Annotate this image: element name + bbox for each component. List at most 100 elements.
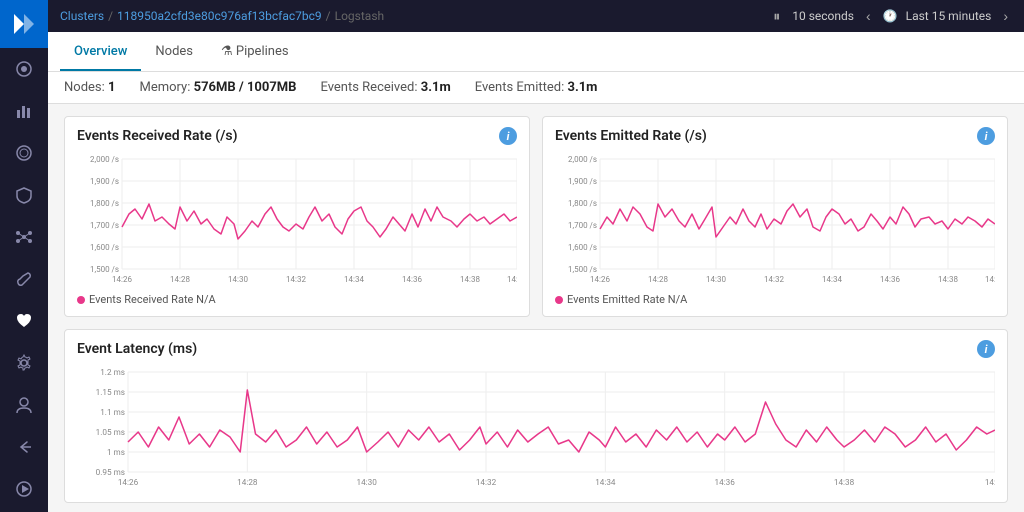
page-name: Logstash (335, 9, 385, 23)
wrench-icon[interactable] (0, 258, 48, 300)
svg-text:1.2 ms: 1.2 ms (100, 368, 125, 377)
svg-text:1,600 /s: 1,600 /s (90, 243, 119, 252)
svg-text:14:26: 14:26 (590, 275, 610, 284)
sidebar (0, 0, 48, 512)
bar-chart-icon[interactable] (0, 90, 48, 132)
tab-overview[interactable]: Overview (60, 34, 141, 71)
svg-text:14:32: 14:32 (476, 478, 497, 487)
chart-title-row-latency: Event Latency (ms) i (77, 340, 995, 358)
svg-text:14:28: 14:28 (648, 275, 668, 284)
svg-text:14:34: 14:34 (595, 478, 616, 487)
svg-text:14:36: 14:36 (402, 275, 422, 284)
svg-text:14:30: 14:30 (706, 275, 726, 284)
main-content: Clusters / 118950a2cfd3e80c976af13bcfac7… (48, 0, 1024, 512)
emitted-chart-legend: Events Emitted Rate N/A (555, 293, 995, 306)
clusters-link[interactable]: Clusters (60, 9, 104, 23)
svg-text:2,000 /s: 2,000 /s (568, 155, 597, 164)
stats-bar: Nodes: 1 Memory: 576MB / 1007MB Events R… (48, 72, 1024, 104)
svg-text:14:36: 14:36 (715, 478, 736, 487)
breadcrumb-sep1: / (108, 9, 113, 23)
svg-text:14:26: 14:26 (118, 478, 139, 487)
nodes-icon[interactable] (0, 216, 48, 258)
svg-text:1,800 /s: 1,800 /s (90, 199, 119, 208)
svg-text:14:28: 14:28 (170, 275, 190, 284)
topbar-right: ⏸ 10 seconds ‹ 🕐 Last 15 minutes › (769, 6, 1012, 27)
latency-chart-title: Event Latency (ms) (77, 341, 197, 357)
emitted-rate-chart: Events Emitted Rate (/s) i (542, 116, 1008, 317)
latency-info-icon[interactable]: i (977, 340, 995, 358)
svg-text:14:30: 14:30 (228, 275, 248, 284)
received-chart-legend: Events Received Rate N/A (77, 293, 517, 306)
nodes-stat: Nodes: 1 (64, 80, 115, 95)
gear-icon[interactable] (0, 342, 48, 384)
user-icon[interactable] (0, 384, 48, 426)
chart-title-row-received: Events Received Rate (/s) i (77, 127, 517, 145)
svg-text:14:32: 14:32 (286, 275, 306, 284)
svg-text:14:34: 14:34 (344, 275, 364, 284)
svg-text:14:26: 14:26 (112, 275, 132, 284)
emitted-legend-label: Events Emitted Rate N/A (567, 293, 687, 306)
svg-text:14:38: 14:38 (834, 478, 855, 487)
svg-text:14:40: 14:40 (985, 275, 995, 284)
svg-text:1,500 /s: 1,500 /s (90, 265, 119, 274)
svg-text:14:40: 14:40 (985, 478, 995, 487)
svg-text:14:38: 14:38 (460, 275, 480, 284)
svg-text:14:40: 14:40 (507, 275, 517, 284)
pause-button[interactable]: ⏸ (769, 6, 784, 27)
memory-stat: Memory: 576MB / 1007MB (139, 80, 296, 95)
received-legend-dot (77, 296, 85, 304)
received-chart-svg: 2,000 /s 1,900 /s 1,800 /s 1,700 /s 1,60… (77, 149, 517, 289)
svg-text:1.1 ms: 1.1 ms (100, 408, 125, 417)
prev-button[interactable]: ‹ (862, 6, 875, 26)
shield-icon[interactable] (0, 174, 48, 216)
received-info-icon[interactable]: i (499, 127, 517, 145)
charts-area: Events Received Rate (/s) i (48, 104, 1024, 512)
chart-title-row-emitted: Events Emitted Rate (/s) i (555, 127, 995, 145)
svg-text:14:30: 14:30 (357, 478, 378, 487)
svg-text:1.05 ms: 1.05 ms (96, 428, 125, 437)
time-range-icon: 🕐 (883, 9, 898, 23)
svg-text:1,900 /s: 1,900 /s (568, 177, 597, 186)
latency-chart: Event Latency (ms) i (64, 329, 1008, 503)
svg-text:14:32: 14:32 (764, 275, 784, 284)
circle-icon[interactable] (0, 132, 48, 174)
nav-tabs: Overview Nodes ⚗ Pipelines (48, 32, 1024, 72)
svg-text:1,800 /s: 1,800 /s (568, 199, 597, 208)
back-icon[interactable] (0, 426, 48, 468)
svg-text:14:28: 14:28 (237, 478, 258, 487)
breadcrumb-sep2: / (326, 9, 331, 23)
received-chart-container: 2,000 /s 1,900 /s 1,800 /s 1,700 /s 1,60… (77, 149, 517, 289)
svg-text:1.15 ms: 1.15 ms (96, 388, 125, 397)
play-icon[interactable] (0, 468, 48, 510)
svg-text:14:34: 14:34 (822, 275, 842, 284)
tab-nodes[interactable]: Nodes (141, 34, 207, 71)
emitted-info-icon[interactable]: i (977, 127, 995, 145)
emitted-legend-dot (555, 296, 563, 304)
heart-icon[interactable] (0, 300, 48, 342)
emitted-chart-svg: 2,000 /s 1,900 /s 1,800 /s 1,700 /s 1,60… (555, 149, 995, 289)
next-button[interactable]: › (999, 6, 1012, 26)
interval-display: 10 seconds (792, 9, 854, 23)
svg-text:1,700 /s: 1,700 /s (568, 221, 597, 230)
received-rate-chart: Events Received Rate (/s) i (64, 116, 530, 317)
svg-text:1,600 /s: 1,600 /s (568, 243, 597, 252)
cluster-id-link[interactable]: 118950a2cfd3e80c976af13bcfac7bc9 (117, 9, 322, 23)
latency-chart-container: 1.2 ms 1.15 ms 1.1 ms 1.05 ms 1 ms 0.95 … (77, 362, 995, 492)
time-range-display: Last 15 minutes (906, 9, 992, 23)
received-chart-title: Events Received Rate (/s) (77, 128, 238, 144)
logo (0, 0, 48, 48)
received-legend-label: Events Received Rate N/A (89, 293, 216, 306)
svg-text:0.95 ms: 0.95 ms (96, 468, 125, 477)
svg-text:2,000 /s: 2,000 /s (90, 155, 119, 164)
received-stat: Events Received: 3.1m (320, 80, 450, 95)
breadcrumb: Clusters / 118950a2cfd3e80c976af13bcfac7… (60, 9, 384, 23)
tab-pipelines[interactable]: ⚗ Pipelines (207, 34, 303, 71)
svg-text:1,900 /s: 1,900 /s (90, 177, 119, 186)
emitted-chart-title: Events Emitted Rate (/s) (555, 128, 707, 144)
emitted-stat: Events Emitted: 3.1m (475, 80, 598, 95)
svg-text:14:38: 14:38 (938, 275, 958, 284)
svg-text:1 ms: 1 ms (107, 448, 125, 457)
svg-text:1,700 /s: 1,700 /s (90, 221, 119, 230)
topbar: Clusters / 118950a2cfd3e80c976af13bcfac7… (48, 0, 1024, 32)
home-icon[interactable] (0, 48, 48, 90)
